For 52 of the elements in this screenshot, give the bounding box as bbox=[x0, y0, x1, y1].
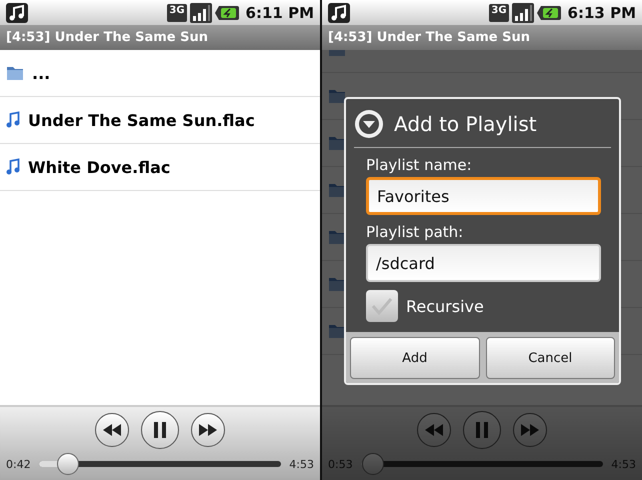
file-name: White Dove.flac bbox=[28, 158, 170, 176]
music-note-icon bbox=[6, 2, 28, 22]
battery-charging-icon bbox=[214, 4, 239, 20]
rewind-icon bbox=[425, 424, 443, 436]
file-row[interactable]: White Dove.flac bbox=[0, 144, 320, 191]
seek-thumb[interactable] bbox=[56, 453, 79, 475]
rewind-icon bbox=[103, 424, 121, 436]
input-field[interactable]: /sdcard bbox=[366, 244, 601, 282]
signal-icon bbox=[190, 2, 212, 22]
file-row[interactable]: Under The Same Sun.flac bbox=[0, 97, 320, 144]
dialog-button[interactable]: Add bbox=[350, 337, 480, 379]
file-name: ... bbox=[32, 64, 50, 82]
file-row[interactable]: ... bbox=[0, 50, 320, 97]
now-playing-title: [4:53] Under The Same Sun bbox=[6, 30, 208, 45]
elapsed-time: 0:42 bbox=[6, 458, 31, 470]
music-note-icon bbox=[6, 111, 20, 129]
folder-icon bbox=[6, 65, 24, 81]
field-label: Playlist name: bbox=[366, 156, 473, 174]
play-pause-button[interactable] bbox=[141, 411, 179, 449]
total-time: 4:53 bbox=[289, 458, 314, 470]
clock-time: 6:11 PM bbox=[246, 4, 314, 22]
folder-icon bbox=[328, 229, 346, 245]
dialog-button[interactable]: Cancel bbox=[486, 337, 615, 379]
network-type-indicator: 3G bbox=[167, 4, 187, 22]
dropdown-circle-icon bbox=[354, 109, 384, 139]
folder-icon bbox=[328, 323, 346, 339]
fast-forward-button[interactable] bbox=[191, 413, 225, 447]
seek-bar[interactable] bbox=[38, 453, 282, 475]
checkbox[interactable] bbox=[366, 290, 398, 322]
fast-forward-icon bbox=[199, 424, 217, 436]
network-type-indicator: 3G bbox=[489, 4, 509, 22]
clock-time: 6:13 PM bbox=[568, 4, 636, 22]
signal-icon bbox=[512, 2, 534, 22]
folder-icon bbox=[328, 135, 346, 151]
file-name: Under The Same Sun.flac bbox=[28, 110, 255, 130]
folder-icon bbox=[328, 88, 346, 104]
folder-icon bbox=[328, 182, 346, 198]
battery-charging-icon bbox=[536, 4, 561, 20]
fast-forward-icon bbox=[521, 424, 539, 436]
seek-thumb[interactable] bbox=[362, 453, 384, 475]
dialog-title: Add to Playlist bbox=[394, 112, 537, 136]
rewind-button[interactable] bbox=[95, 413, 129, 447]
pause-icon bbox=[476, 422, 488, 438]
music-note-icon bbox=[328, 2, 350, 22]
music-note-icon bbox=[6, 158, 20, 176]
folder-icon bbox=[328, 276, 346, 292]
input-field[interactable]: Favorites bbox=[366, 177, 601, 215]
checkbox-label: Recursive bbox=[406, 296, 484, 316]
check-icon bbox=[370, 296, 394, 316]
now-playing-title: [4:53] Under The Same Sun bbox=[328, 30, 530, 45]
pause-icon bbox=[154, 422, 166, 438]
field-label: Playlist path: bbox=[366, 223, 464, 241]
